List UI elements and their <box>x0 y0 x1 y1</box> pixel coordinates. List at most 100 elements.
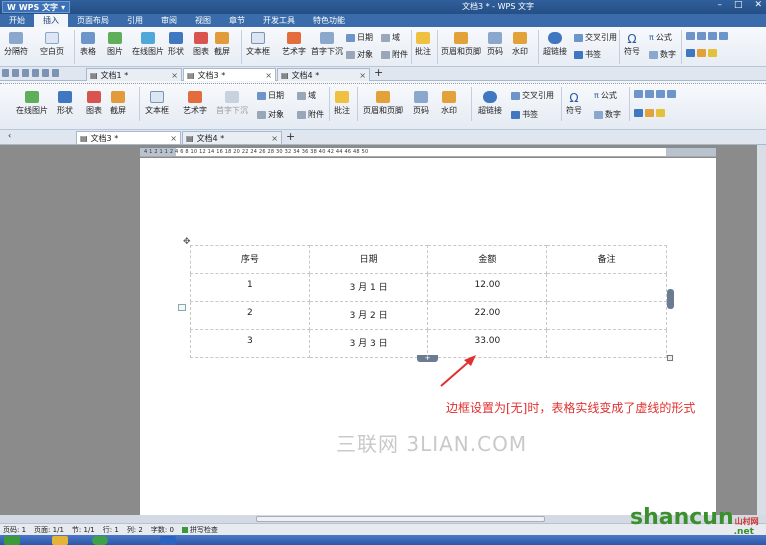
tab-scroll-icon[interactable]: ‹ <box>8 131 11 140</box>
screenshot-button[interactable]: 截屏 <box>110 91 126 116</box>
table-resize-handle[interactable] <box>667 355 673 361</box>
table-cell[interactable]: 3 月 1 日 <box>308 273 429 302</box>
menu-special[interactable]: 特色功能 <box>304 15 354 26</box>
header-footer-button[interactable]: 页眉和页脚 <box>441 32 481 57</box>
date-button[interactable]: 日期 <box>346 32 373 43</box>
document-page[interactable]: ✥ 序号 日期 金额 备注 1 3 月 1 日 12.00 2 3 月 2 日 … <box>140 158 716 515</box>
print-icon[interactable] <box>22 69 29 77</box>
table-button[interactable]: 表格 <box>80 32 96 57</box>
tab-doc3[interactable]: ▤ 文档3 * × <box>183 68 276 81</box>
object-button[interactable]: 对象 <box>346 49 373 60</box>
save-icon[interactable] <box>12 69 19 77</box>
browser-icon[interactable] <box>92 536 108 545</box>
page-break-button[interactable]: 分隔符 <box>4 32 28 57</box>
formula-button[interactable]: π 公式 <box>649 32 672 43</box>
maximize-icon[interactable]: □ <box>734 0 743 10</box>
app-menu-button[interactable]: W WPS 文字 ▾ <box>2 1 71 13</box>
wps-taskbar-icon[interactable] <box>160 536 176 545</box>
close-icon[interactable]: × <box>171 71 178 80</box>
dropcap-button[interactable]: 首字下沉 <box>216 91 248 116</box>
online-picture-button[interactable]: 在线图片 <box>16 91 48 116</box>
attachment-button[interactable]: 附件 <box>381 49 408 60</box>
header-footer-button[interactable]: 页眉和页脚 <box>363 91 403 116</box>
table-cell[interactable]: 1 <box>190 273 310 302</box>
shapes-button[interactable]: 形状 <box>57 91 73 116</box>
folder-icon[interactable] <box>52 536 68 545</box>
close-icon[interactable]: × <box>265 71 272 80</box>
textbox-button[interactable]: 文本框 <box>246 32 270 57</box>
menu-page-layout[interactable]: 页面布局 <box>68 15 118 26</box>
form-controls-2[interactable] <box>634 109 665 117</box>
row-marker-icon[interactable] <box>178 304 186 311</box>
number-button[interactable]: 数字 <box>649 49 676 60</box>
field-button[interactable]: 域 <box>297 90 316 101</box>
table-cell[interactable]: 12.00 <box>427 273 548 302</box>
watermark-button[interactable]: 水印 <box>441 91 457 116</box>
redo-icon[interactable] <box>52 69 59 77</box>
close-icon[interactable]: × <box>359 71 366 80</box>
minimize-icon[interactable]: – <box>717 0 722 10</box>
form-controls[interactable] <box>686 32 728 40</box>
menu-insert[interactable]: 插入 <box>34 14 68 27</box>
field-button[interactable]: 域 <box>381 32 400 43</box>
comment-button[interactable]: 批注 <box>415 32 431 57</box>
close-icon[interactable]: ✕ <box>754 0 762 10</box>
page-number-button[interactable]: 页码 <box>487 32 503 57</box>
menu-review[interactable]: 审阅 <box>152 15 186 26</box>
object-button[interactable]: 对象 <box>257 109 284 120</box>
data-table[interactable]: 序号 日期 金额 备注 1 3 月 1 日 12.00 2 3 月 2 日 22… <box>190 245 667 358</box>
hyperlink-button[interactable]: 超链接 <box>543 32 567 57</box>
menu-references[interactable]: 引用 <box>118 15 152 26</box>
new-tab-icon[interactable]: + <box>374 66 383 79</box>
table-cell[interactable] <box>546 301 667 330</box>
tab-doc4[interactable]: ▤ 文档4 * × <box>277 68 370 81</box>
spell-check-button[interactable]: 拼写检查 <box>181 525 218 535</box>
shapes-button[interactable]: 形状 <box>168 32 184 57</box>
attachment-button[interactable]: 附件 <box>297 109 324 120</box>
comment-button[interactable]: 批注 <box>334 91 350 116</box>
close-icon[interactable]: × <box>271 134 278 143</box>
table-cell[interactable]: 3 <box>190 329 310 358</box>
formula-button[interactable]: π 公式 <box>594 90 617 101</box>
hyperlink-button[interactable]: 超链接 <box>478 91 502 116</box>
scrollbar-thumb[interactable] <box>256 516 545 522</box>
header-cell[interactable]: 备注 <box>546 245 667 274</box>
undo-icon[interactable] <box>42 69 49 77</box>
symbol-button[interactable]: Ω 符号 <box>624 32 640 57</box>
tab-doc1[interactable]: ▤ 文档1 * × <box>86 68 182 81</box>
chart-button[interactable]: 图表 <box>193 32 209 57</box>
wordart-button[interactable]: 艺术字 <box>183 91 207 116</box>
table-cell[interactable]: 3 月 3 日 <box>308 329 429 358</box>
header-cell[interactable]: 序号 <box>190 245 310 274</box>
menu-section[interactable]: 章节 <box>220 15 254 26</box>
header-cell[interactable]: 日期 <box>308 245 429 274</box>
picture-button[interactable]: 图片 <box>107 32 123 57</box>
vertical-scrollbar[interactable] <box>757 145 766 515</box>
online-picture-button[interactable]: 在线图片 <box>132 32 164 57</box>
date-button[interactable]: 日期 <box>257 90 284 101</box>
menu-view[interactable]: 视图 <box>186 15 220 26</box>
close-icon[interactable]: × <box>170 134 177 143</box>
number-button[interactable]: 数字 <box>594 109 621 120</box>
preview-icon[interactable] <box>32 69 39 77</box>
new-tab-icon[interactable]: + <box>286 130 295 143</box>
table-cell[interactable]: 22.00 <box>427 301 548 330</box>
table-cell[interactable] <box>546 273 667 302</box>
menu-developer[interactable]: 开发工具 <box>254 15 304 26</box>
add-row-handle[interactable]: + <box>417 355 438 362</box>
form-controls-2[interactable] <box>686 49 717 57</box>
horizontal-ruler[interactable]: 4 1 2 1 1 2 4 6 8 10 12 14 16 18 20 22 2… <box>140 148 716 157</box>
start-icon[interactable] <box>4 536 20 545</box>
table-cell[interactable]: 2 <box>190 301 310 330</box>
tab-doc4[interactable]: ▤ 文档4 * × <box>182 131 282 144</box>
crossref-button[interactable]: 交叉引用 <box>511 90 554 101</box>
watermark-button[interactable]: 水印 <box>512 32 528 57</box>
table-cell[interactable]: 3 月 2 日 <box>308 301 429 330</box>
symbol-button[interactable]: Ω 符号 <box>566 91 582 116</box>
header-cell[interactable]: 金额 <box>427 245 548 274</box>
dropcap-button[interactable]: 首字下沉 <box>311 32 343 57</box>
bookmark-button[interactable]: 书签 <box>511 109 538 120</box>
tab-doc3[interactable]: ▤ 文档3 * × <box>76 131 181 144</box>
blank-page-button[interactable]: 空白页 <box>40 32 64 57</box>
open-icon[interactable] <box>2 69 9 77</box>
